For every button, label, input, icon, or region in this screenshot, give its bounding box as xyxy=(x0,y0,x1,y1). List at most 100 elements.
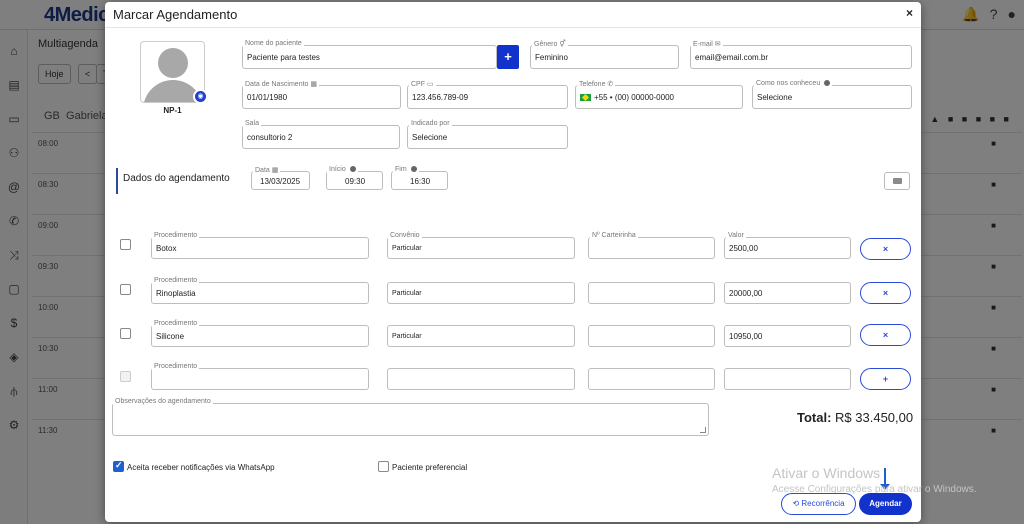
procedure-checkbox[interactable] xyxy=(120,239,131,250)
preferential-label: Paciente preferencial xyxy=(392,463,468,472)
close-icon[interactable]: × xyxy=(906,6,913,20)
card-number-field[interactable] xyxy=(588,368,715,390)
end-time-value: 16:30 xyxy=(410,177,431,186)
date-value: 13/03/2025 xyxy=(260,177,301,186)
value-amount: 20000,00 xyxy=(729,289,763,298)
whatsapp-label: Aceita receber notificações via WhatsApp xyxy=(127,463,275,472)
cpf-field[interactable]: 123.456.789-09 xyxy=(407,85,568,109)
notes-textarea[interactable] xyxy=(112,403,709,436)
gender-label: Gênero ⚥ xyxy=(532,40,568,48)
add-patient-button[interactable]: + xyxy=(497,45,519,69)
room-select[interactable]: consultorio 2 xyxy=(242,125,400,149)
procedure-value: Botox xyxy=(156,244,177,253)
insurance-select[interactable]: Particular xyxy=(387,237,575,259)
phone-field[interactable]: +55 • (00) 00000-0000 xyxy=(575,85,743,109)
referred-by-select[interactable]: Selecione xyxy=(407,125,568,149)
room-label: Sala xyxy=(243,120,262,127)
card-icon-button[interactable] xyxy=(884,172,910,190)
section-title: Dados do agendamento xyxy=(123,173,230,184)
procedure-field[interactable] xyxy=(151,368,369,390)
calendar-icon: ▦ xyxy=(310,81,317,88)
room-value: consultorio 2 xyxy=(247,133,293,142)
value-amount: 10950,00 xyxy=(729,332,763,341)
procedure-label: Procedimento xyxy=(152,363,200,370)
patient-name-label: Nome do paciente xyxy=(243,40,304,47)
value-field[interactable]: 20000,00 xyxy=(724,282,851,304)
phone-label: Telefone ✆ xyxy=(577,80,616,88)
procedure-checkbox[interactable] xyxy=(120,284,131,295)
referral-source-label: Como nos conheceu xyxy=(754,80,833,87)
insurance-value: Particular xyxy=(392,290,422,297)
schedule-modal: Marcar Agendamento × ◉ NP-1 Paciente par… xyxy=(105,2,921,522)
total-amount: Total: R$ 33.450,00 xyxy=(797,410,913,425)
value-field[interactable] xyxy=(724,368,851,390)
card-icon xyxy=(893,178,902,184)
section-accent xyxy=(116,168,118,194)
preferential-checkbox[interactable] xyxy=(378,461,389,472)
birthdate-field[interactable]: 01/01/1980 xyxy=(242,85,401,109)
end-time-field[interactable]: 16:30 xyxy=(391,171,448,190)
procedure-label: Procedimento xyxy=(152,277,200,284)
birthdate-value: 01/01/1980 xyxy=(247,93,288,102)
birthdate-label: Data de Nascimento ▦ xyxy=(243,80,319,88)
remove-procedure-button[interactable]: × xyxy=(860,238,911,260)
referral-source-value: Selecione xyxy=(757,93,793,102)
procedure-field[interactable]: Silicone xyxy=(151,325,369,347)
phone-value: +55 • (00) 00000-0000 xyxy=(580,93,674,102)
email-label: E-mail ✉ xyxy=(691,40,723,48)
procedure-checkbox[interactable] xyxy=(120,328,131,339)
remove-procedure-button[interactable]: × xyxy=(860,282,911,304)
recurrence-button[interactable]: ⟲ Recorrência xyxy=(781,493,856,515)
value-field[interactable]: 10950,00 xyxy=(724,325,851,347)
modal-header: Marcar Agendamento × xyxy=(105,2,921,28)
notes-label: Observações do agendamento xyxy=(113,398,213,405)
info-icon xyxy=(824,80,831,87)
card-number-field[interactable] xyxy=(588,282,715,304)
insurance-select[interactable] xyxy=(387,368,575,390)
insurance-select[interactable]: Particular xyxy=(387,282,575,304)
phone-icon: ✆ xyxy=(607,81,614,88)
whatsapp-checkbox[interactable] xyxy=(113,460,124,472)
procedure-value: Rinoplastia xyxy=(156,289,196,298)
start-time-field[interactable]: 09:30 xyxy=(326,171,383,190)
schedule-button[interactable]: Agendar xyxy=(859,493,912,515)
insurance-select[interactable]: Particular xyxy=(387,325,575,347)
value-label: Valor xyxy=(726,232,746,239)
avatar-head xyxy=(158,48,188,78)
value-field[interactable]: 2500,00 xyxy=(724,237,851,259)
modal-title: Marcar Agendamento xyxy=(113,7,238,22)
gender-select[interactable]: Feminino xyxy=(530,45,679,69)
end-time-label: Fim xyxy=(393,166,419,173)
value-amount: 2500,00 xyxy=(729,244,758,253)
email-value: email@email.com.br xyxy=(695,53,769,62)
patient-name-field[interactable]: Paciente para testes xyxy=(242,45,497,69)
clock-icon xyxy=(410,166,417,173)
cpf-label: CPF ▭ xyxy=(409,80,436,88)
date-label: Data ▦ xyxy=(253,166,281,174)
insurance-label: Convênio xyxy=(388,232,422,239)
id-card-icon: ▭ xyxy=(426,81,434,88)
add-procedure-button[interactable]: + xyxy=(860,368,911,390)
resize-handle-icon[interactable] xyxy=(700,427,706,433)
patient-id: NP-1 xyxy=(163,106,182,115)
brazil-flag-icon[interactable] xyxy=(580,94,591,102)
card-number-field[interactable] xyxy=(588,325,715,347)
procedure-value: Silicone xyxy=(156,332,185,341)
procedure-label: Procedimento xyxy=(152,320,200,327)
total-label: Total: xyxy=(797,410,832,425)
calendar-icon: ▦ xyxy=(271,167,279,174)
referral-source-select[interactable]: Selecione xyxy=(752,85,912,109)
camera-icon[interactable]: ◉ xyxy=(193,89,208,104)
procedure-checkbox xyxy=(120,371,131,382)
procedure-field[interactable]: Rinoplastia xyxy=(151,282,369,304)
procedure-label: Procedimento xyxy=(152,232,200,239)
repeat-icon: ⟲ xyxy=(792,499,800,508)
email-field[interactable]: email@email.com.br xyxy=(690,45,912,69)
insurance-value: Particular xyxy=(392,245,422,252)
start-time-value: 09:30 xyxy=(345,177,366,186)
insurance-value: Particular xyxy=(392,333,422,340)
procedure-field[interactable]: Botox xyxy=(151,237,369,259)
remove-procedure-button[interactable]: × xyxy=(860,324,911,346)
total-value: R$ 33.450,00 xyxy=(835,410,914,425)
card-number-field[interactable] xyxy=(588,237,715,259)
